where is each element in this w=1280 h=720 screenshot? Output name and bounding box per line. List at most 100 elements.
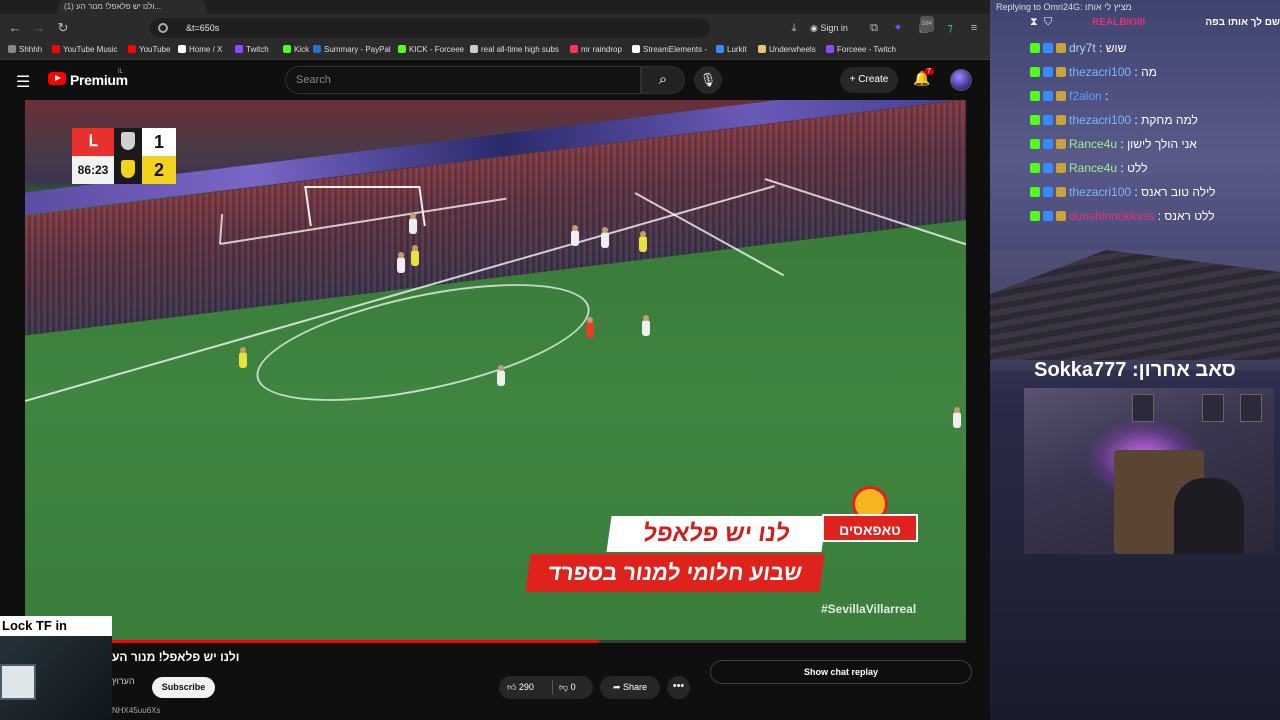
translate-extension-icon[interactable]: ⁊ xyxy=(942,20,958,36)
chat-username: dunshinnokksss xyxy=(1069,209,1155,223)
extension-icon[interactable]: ⧉ xyxy=(866,20,882,36)
hamburger-menu-icon[interactable]: ☰ xyxy=(16,72,30,92)
bookmark-item[interactable]: Lurkit xyxy=(716,45,747,54)
address-bar[interactable]: &t=650s xyxy=(150,18,710,38)
bookmark-label: StreamElements - xyxy=(643,45,708,54)
bookmark-item[interactable]: mr raindrop xyxy=(570,45,622,54)
back-icon[interactable]: ← xyxy=(6,19,24,37)
player xyxy=(642,315,650,336)
bookmark-favicon-icon xyxy=(283,45,291,53)
ad-headline: לנו יש פלאפל xyxy=(606,516,827,552)
youtube-logo-icon[interactable] xyxy=(48,72,66,85)
player xyxy=(409,213,417,234)
chat-text: למה מחקת xyxy=(1141,113,1198,127)
bookmark-favicon-icon xyxy=(398,45,406,53)
kick-badge-icon xyxy=(1030,163,1040,173)
bookmark-item[interactable]: Summary - PayPal xyxy=(313,45,391,54)
league-logo-icon: ꓡ xyxy=(72,128,114,156)
kick-badge-icon xyxy=(1030,187,1040,197)
sub-badge-icon xyxy=(1043,211,1053,221)
kick-badge-icon xyxy=(1030,211,1040,221)
chat-text: שוש xyxy=(1105,41,1127,55)
sub-badge-icon xyxy=(1043,67,1053,77)
show-chat-replay-button[interactable]: Show chat replay xyxy=(710,660,972,684)
bookmark-favicon-icon xyxy=(632,45,640,53)
sub-badge-icon xyxy=(1043,187,1053,197)
search-icon[interactable]: ⌕ xyxy=(641,66,685,94)
browser-menu-icon[interactable]: ≡ xyxy=(966,20,982,36)
forward-icon[interactable]: → xyxy=(30,19,48,37)
bookmark-favicon-icon xyxy=(826,45,834,53)
bookmark-favicon-icon xyxy=(178,45,186,53)
bookmark-label: Twitch xyxy=(246,45,269,54)
rank-badge-icon xyxy=(1056,91,1066,101)
like-dislike-group: 👍︎ 290 👎︎ 0 xyxy=(499,676,593,699)
home-crest-icon xyxy=(114,128,142,156)
bookmark-label: Underwheels xyxy=(769,45,816,54)
bookmark-item[interactable]: Twitch xyxy=(235,45,269,54)
subscribe-button[interactable]: Subscribe xyxy=(152,677,215,698)
avatar[interactable] xyxy=(950,69,972,91)
chat-message: Rance4u : ללט xyxy=(1030,161,1148,177)
channel-name[interactable]: הערוץ xyxy=(112,676,135,686)
share-button[interactable]: ➦ Share xyxy=(600,676,660,699)
rank-badge-icon xyxy=(1056,67,1066,77)
download-icon[interactable]: ⤓ xyxy=(786,20,802,36)
reply-header: ⧗ ⛉ REALBIGIII שם לך אותו בפה xyxy=(1030,16,1280,30)
chat-username: f2alon xyxy=(1069,89,1102,103)
search-input[interactable]: Search xyxy=(285,66,641,94)
video-player[interactable]: ꓡ 86:23 1 2 לנו יש פלאפל שבוע חלומי למנו… xyxy=(25,100,966,640)
share-icon: ➦ xyxy=(612,682,621,692)
wall-poster xyxy=(1240,394,1262,422)
chat-message: thezacri100 : למה מחקת xyxy=(1030,113,1198,129)
sub-badge-icon xyxy=(1043,163,1053,173)
sign-in-button[interactable]: ◉ Sign in xyxy=(810,19,848,37)
stream-overlay-panel: Replying to Omri24G: מציץ לי אותו ⧗ ⛉ RE… xyxy=(990,0,1280,720)
more-options-button[interactable]: ••• xyxy=(667,676,690,699)
bookmark-label: Forceee - Twitch xyxy=(837,45,896,54)
player xyxy=(639,231,647,252)
rank-badge-icon xyxy=(1056,187,1066,197)
chat-text: לילה טוב ראנס xyxy=(1141,185,1216,199)
video-progress-bar[interactable] xyxy=(25,640,966,643)
bookmark-item[interactable]: StreamElements - xyxy=(632,45,707,54)
bookmark-item[interactable]: Underwheels xyxy=(758,45,816,54)
browser-tab[interactable]: (1) ולנו יש פלאפל! מנור הע... xyxy=(58,0,206,14)
bookmark-item[interactable]: real all-time high subs xyxy=(470,45,559,54)
country-code: IL xyxy=(118,69,124,75)
microphone-icon[interactable]: 🎙 xyxy=(694,66,722,94)
chat-username: thezacri100 xyxy=(1069,65,1132,79)
small-webcam-feed xyxy=(0,636,112,720)
dislike-button[interactable]: 👎︎ 0 xyxy=(559,676,576,699)
bookmark-item[interactable]: Home / X xyxy=(178,45,222,54)
bookmark-item[interactable]: Forceee - Twitch xyxy=(826,45,896,54)
video-title: ולנו יש פלאפל! מנור הע xyxy=(112,650,240,664)
bookmark-item[interactable]: Shhhh xyxy=(8,45,42,54)
chat-message: f2alon : xyxy=(1030,89,1108,105)
match-hashtag: #SevillaVillarreal xyxy=(821,602,917,616)
bookmark-label: Shhhh xyxy=(19,45,43,54)
twitch-extension-icon[interactable]: ✦ xyxy=(890,20,906,36)
rank-badge-icon xyxy=(1056,115,1066,125)
last-subscriber: סאב אחרון: Sokka777 xyxy=(1034,359,1236,381)
like-button[interactable]: 👍︎ 290 xyxy=(507,676,534,699)
site-info-icon[interactable] xyxy=(158,23,168,33)
kick-badge-icon xyxy=(1030,115,1040,125)
bookmark-item[interactable]: Kick xyxy=(283,45,309,54)
rank-badge-icon xyxy=(1056,163,1066,173)
bookmark-item[interactable]: YouTube Music xyxy=(52,45,118,54)
url-text: &t=650s xyxy=(186,23,220,33)
reload-icon[interactable]: ↻ xyxy=(54,19,72,37)
bookmark-favicon-icon xyxy=(758,45,766,53)
match-clock: 86:23 xyxy=(72,156,114,184)
extension-badge-icon[interactable]: 584▣ xyxy=(916,16,935,36)
bookmark-label: Home / X xyxy=(189,45,223,54)
player xyxy=(601,227,609,248)
bookmark-item[interactable]: KICK - Forceee xyxy=(398,45,464,54)
bookmark-item[interactable]: YouTube xyxy=(128,45,170,54)
youtube-header: ☰ Premium IL Search ⌕ 🎙 + Create 🔔 7 xyxy=(0,60,990,100)
chat-username: Rance4u xyxy=(1069,137,1118,151)
chat-message: thezacri100 : מה xyxy=(1030,65,1157,81)
bookmark-label: Lurkit xyxy=(727,45,747,54)
create-button[interactable]: + Create xyxy=(840,67,898,93)
